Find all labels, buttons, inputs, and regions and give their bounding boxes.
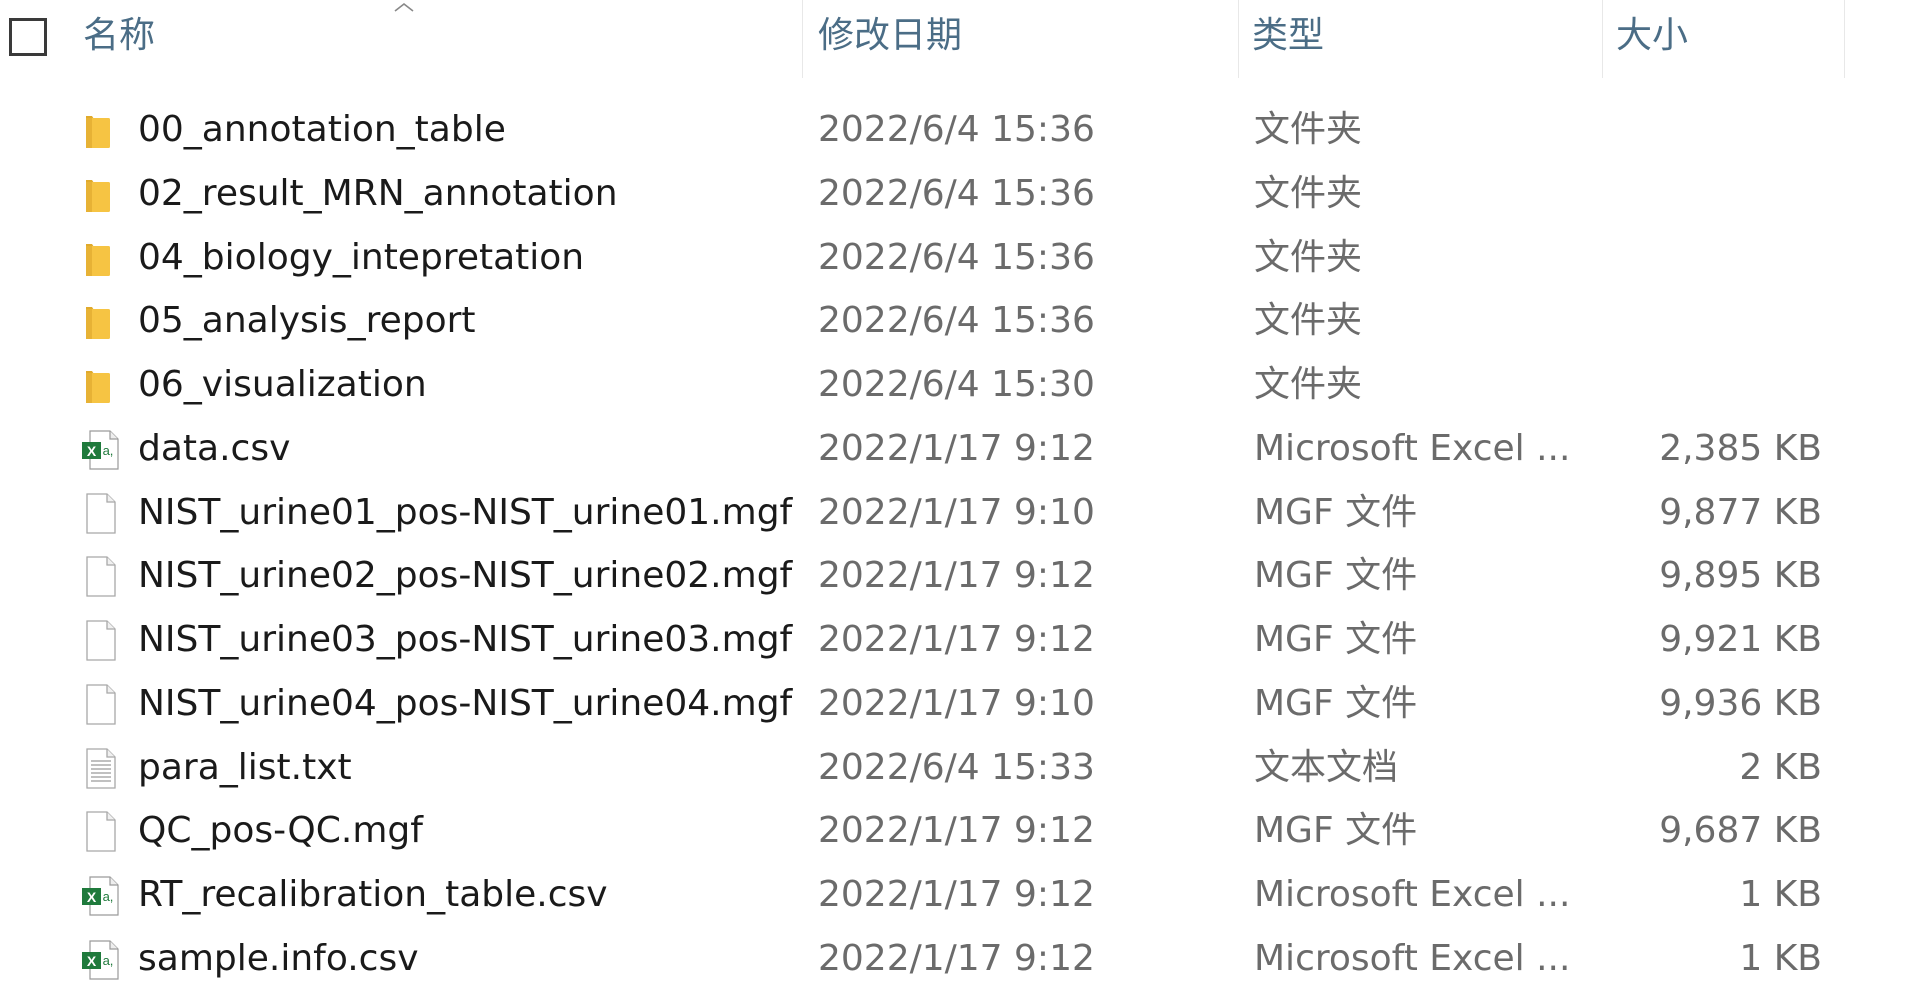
- file-type: 文本文档: [1254, 746, 1399, 788]
- file-type: 文件夹: [1254, 236, 1363, 278]
- file-size: 9,895 KB: [1659, 555, 1822, 597]
- file-type: Microsoft Excel ...: [1254, 937, 1571, 979]
- column-header-name[interactable]: 名称: [83, 0, 801, 78]
- excel-csv-icon: Xa,: [80, 873, 120, 917]
- file-row[interactable]: NIST_urine02_pos-NIST_urine02.mgf 2022/1/…: [0, 544, 1920, 608]
- column-header-size[interactable]: 大小: [1616, 0, 1838, 78]
- blank-file-icon: [80, 554, 120, 598]
- file-size: 1 KB: [1739, 874, 1822, 915]
- text-file-icon: [80, 746, 120, 790]
- column-header-type[interactable]: 类型: [1252, 0, 1606, 78]
- file-type: 文件夹: [1254, 109, 1363, 150]
- select-all-checkbox[interactable]: [9, 18, 47, 56]
- file-row[interactable]: Xa, sample.info.csv 2022/1/17 9:12 Microsof…: [0, 927, 1920, 991]
- folder-icon: [80, 172, 120, 216]
- file-date-modified: 2022/1/17 9:10: [818, 491, 1095, 533]
- file-date-modified: 2022/1/17 9:12: [818, 937, 1095, 979]
- folder-icon: [80, 299, 120, 343]
- file-row[interactable]: 06_visualization 2022/6/4 15:30 文件夹: [0, 353, 1920, 417]
- file-date-modified: 2022/6/4 15:30: [818, 364, 1095, 405]
- file-name: QC_pos-QC.mgf: [138, 810, 423, 852]
- file-type: 文件夹: [1254, 300, 1363, 342]
- file-type: MGF 文件: [1254, 682, 1418, 724]
- folder-icon: [80, 108, 120, 152]
- file-date-modified: 2022/1/17 9:12: [818, 555, 1095, 597]
- file-date-modified: 2022/6/4 15:33: [818, 746, 1095, 788]
- file-row[interactable]: 04_biology_intepretation 2022/6/4 15:36 文件…: [0, 226, 1920, 290]
- file-type: MGF 文件: [1254, 810, 1418, 852]
- file-row[interactable]: NIST_urine04_pos-NIST_urine04.mgf 2022/1/…: [0, 672, 1920, 736]
- file-row[interactable]: QC_pos-QC.mgf 2022/1/17 9:12 MGF 文件 9,687 K…: [0, 799, 1920, 863]
- column-divider[interactable]: [1844, 0, 1845, 78]
- file-date-modified: 2022/1/17 9:12: [818, 427, 1095, 469]
- blank-file-icon: [80, 618, 120, 662]
- excel-csv-icon: Xa,: [80, 937, 120, 981]
- file-name: 04_biology_intepretation: [138, 236, 585, 278]
- folder-icon: [80, 363, 120, 407]
- file-row[interactable]: NIST_urine03_pos-NIST_urine03.mgf 2022/1/…: [0, 608, 1920, 672]
- file-type: 文件夹: [1254, 364, 1363, 405]
- file-type: MGF 文件: [1254, 555, 1418, 597]
- file-size: 9,921 KB: [1659, 619, 1822, 660]
- file-date-modified: 2022/1/17 9:12: [818, 874, 1095, 915]
- file-name: 06_visualization: [138, 364, 427, 405]
- file-name: 05_analysis_report: [138, 300, 476, 342]
- file-row[interactable]: para_list.txt 2022/6/4 15:33 文本文档 2 KB: [0, 736, 1920, 800]
- file-row[interactable]: 00_annotation_table 2022/6/4 15:36 文件夹: [0, 98, 1920, 162]
- column-divider[interactable]: [1238, 0, 1239, 78]
- file-row[interactable]: Xa, data.csv 2022/1/17 9:12 Microsoft Excel…: [0, 417, 1920, 481]
- file-name: 02_result_MRN_annotation: [138, 172, 618, 214]
- file-type: Microsoft Excel ...: [1254, 427, 1571, 469]
- column-header-date[interactable]: 修改日期: [818, 0, 1236, 78]
- file-size: 2,385 KB: [1659, 427, 1822, 469]
- excel-csv-icon: Xa,: [80, 427, 120, 471]
- svg-text:X: X: [87, 889, 97, 905]
- file-type: 文件夹: [1254, 172, 1363, 214]
- svg-text:a,: a,: [103, 953, 114, 968]
- file-name: NIST_urine02_pos-NIST_urine02.mgf: [138, 555, 793, 597]
- file-date-modified: 2022/6/4 15:36: [818, 109, 1095, 150]
- file-size: 9,936 KB: [1659, 682, 1822, 724]
- column-divider[interactable]: [802, 0, 803, 78]
- file-date-modified: 2022/6/4 15:36: [818, 236, 1095, 278]
- file-name: para_list.txt: [138, 746, 352, 788]
- file-size: 9,687 KB: [1659, 810, 1822, 852]
- file-list: 00_annotation_table 2022/6/4 15:36 文件夹 02_r…: [0, 98, 1920, 991]
- file-name: data.csv: [138, 427, 291, 469]
- file-name: NIST_urine01_pos-NIST_urine01.mgf: [138, 491, 793, 533]
- file-name: sample.info.csv: [138, 937, 419, 979]
- file-size: 2 KB: [1739, 746, 1822, 788]
- svg-text:a,: a,: [103, 443, 114, 458]
- svg-text:X: X: [87, 953, 97, 969]
- file-date-modified: 2022/1/17 9:10: [818, 682, 1095, 724]
- blank-file-icon: [80, 491, 120, 535]
- file-size: 9,877 KB: [1659, 491, 1822, 533]
- file-type: Microsoft Excel ...: [1254, 874, 1571, 915]
- svg-text:X: X: [87, 443, 97, 459]
- file-name: RT_recalibration_table.csv: [138, 874, 608, 915]
- file-row[interactable]: NIST_urine01_pos-NIST_urine01.mgf 2022/1/…: [0, 481, 1920, 545]
- blank-file-icon: [80, 682, 120, 726]
- blank-file-icon: [80, 809, 120, 853]
- file-date-modified: 2022/6/4 15:36: [818, 300, 1095, 342]
- file-type: MGF 文件: [1254, 619, 1418, 660]
- file-size: 1 KB: [1739, 937, 1822, 979]
- svg-text:a,: a,: [103, 889, 114, 904]
- file-date-modified: 2022/1/17 9:12: [818, 619, 1095, 660]
- file-type: MGF 文件: [1254, 491, 1418, 533]
- file-name: NIST_urine03_pos-NIST_urine03.mgf: [138, 619, 793, 660]
- file-date-modified: 2022/6/4 15:36: [818, 172, 1095, 214]
- file-date-modified: 2022/1/17 9:12: [818, 810, 1095, 852]
- file-row[interactable]: Xa, RT_recalibration_table.csv 2022/1/17 9…: [0, 863, 1920, 927]
- column-divider[interactable]: [1602, 0, 1603, 78]
- file-name: NIST_urine04_pos-NIST_urine04.mgf: [138, 682, 793, 724]
- folder-icon: [80, 236, 120, 280]
- file-row[interactable]: 05_analysis_report 2022/6/4 15:36 文件夹: [0, 289, 1920, 353]
- column-header-bar: 名称 修改日期 类型 大小: [0, 0, 1920, 78]
- file-name: 00_annotation_table: [138, 109, 506, 150]
- file-row[interactable]: 02_result_MRN_annotation 2022/6/4 15:36 文件…: [0, 162, 1920, 226]
